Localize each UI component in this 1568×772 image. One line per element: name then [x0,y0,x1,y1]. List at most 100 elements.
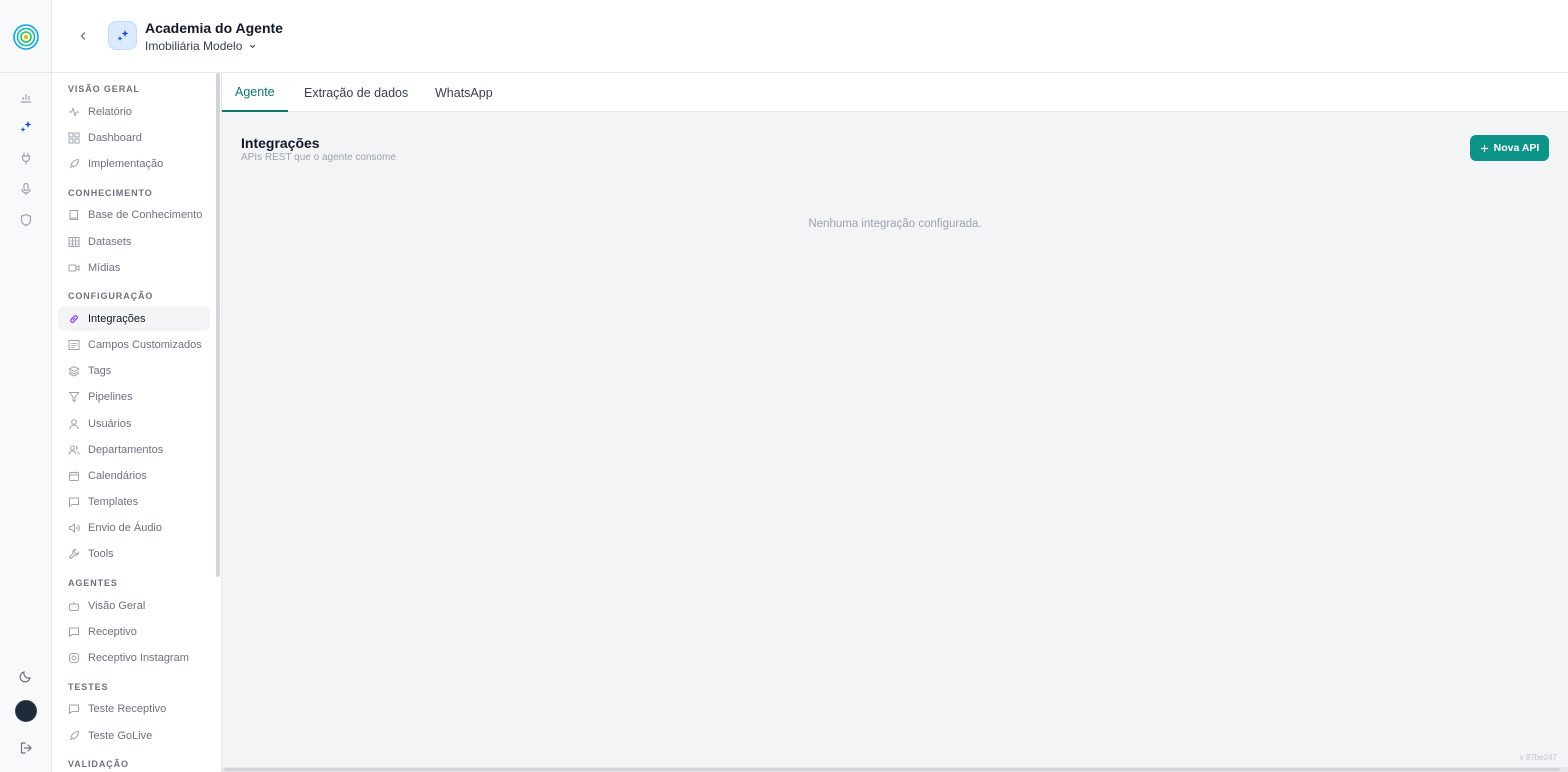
sidebar-item-label: Visão Geral [88,599,146,612]
sidebar: Visão Geral Relatório Dashboard Implemen… [52,73,222,772]
back-chevron-icon[interactable] [76,27,90,45]
sidebar-item-tools[interactable]: Tools [58,541,210,566]
sidebar-item-base-de-conhecimento[interactable]: Base de Conhecimento [58,202,210,227]
sidebar-item-label: Mídias [88,261,121,274]
main-content: Integrações APIs REST que o agente conso… [222,112,1568,772]
rail-divider [0,72,52,73]
message-square-icon [69,497,79,508]
page-title: Integrações [241,135,320,151]
sidebar-item-calendarios[interactable]: Calendários [58,463,210,488]
sidebar-item-teste-golive[interactable]: Teste GoLive [58,723,210,748]
sidebar-item-label: Receptivo [88,625,137,638]
sidebar-item-label: Usuários [88,417,132,430]
sidebar-item-label: Dashboard [88,131,142,144]
user-avatar[interactable] [15,700,37,722]
book-icon [69,209,78,220]
sidebar-item-usuarios[interactable]: Usuários [58,411,210,436]
sidebar-item-label: Teste Receptivo [88,702,167,715]
link-icon [70,314,78,323]
scrollbar-thumb[interactable] [224,768,1560,771]
horizontal-scrollbar[interactable] [222,767,1568,772]
sidebar-item-implementacao[interactable]: Implementação [58,151,210,176]
sidebar-item-label: Tools [88,547,114,560]
grid-icon [68,132,80,143]
microphone-icon[interactable] [16,179,36,199]
agent-name: Academia do Agente [145,20,283,36]
sidebar-item-teste-receptivo[interactable]: Teste Receptivo [58,696,210,721]
plus-icon [1480,144,1488,152]
app-logo-icon[interactable] [13,24,39,50]
section-configuracao: Configuração [68,291,154,301]
page-subtitle: APIs REST que o agente consome [241,152,396,163]
new-api-button[interactable]: Nova API [1470,135,1549,161]
section-visao-geral: Visão Geral [68,84,140,94]
sparkles-icon [117,29,128,41]
plug-icon[interactable] [16,148,36,168]
sidebar-item-dashboard[interactable]: Dashboard [58,125,210,150]
logout-icon[interactable] [16,738,36,758]
sidebar-item-campos-customizados[interactable]: Campos Customizados [58,332,210,357]
sidebar-item-envio-de-audio[interactable]: Envio de Áudio [58,515,210,540]
message-square-icon [69,704,79,715]
bot-icon [69,601,79,611]
sidebar-item-midias[interactable]: Mídias [58,255,210,280]
sidebar-item-label: Receptivo Instagram [88,651,189,664]
table-icon [68,236,80,247]
sidebar-item-templates[interactable]: Templates [58,489,210,514]
sidebar-item-label: Integrações [88,312,146,325]
sidebar-item-label: Datasets [88,235,132,248]
user-icon [69,418,79,429]
instagram-icon [69,652,79,663]
speaker-icon [69,522,80,533]
users-icon [68,445,80,455]
organization-name: Imobiliária Modelo [145,39,243,53]
app-rail [0,0,52,772]
sidebar-item-receptivo[interactable]: Receptivo [58,619,210,644]
sidebar-item-pipelines[interactable]: Pipelines [58,384,210,409]
sidebar-item-departamentos[interactable]: Departamentos [58,437,210,462]
calendar-icon [69,471,79,481]
wrench-icon [68,548,80,559]
video-icon [68,264,80,271]
new-api-label: Nova API [1493,142,1540,154]
sidebar-item-label: Implementação [88,157,164,170]
sidebar-item-label: Tags [88,364,112,377]
section-validacao: Validação [68,759,129,769]
layers-icon [68,365,80,377]
sidebar-item-tags[interactable]: Tags [58,358,210,383]
message-square-icon [69,627,79,638]
list-icon [68,339,80,350]
empty-state-message: Nenhuma integração configurada. [808,218,982,230]
tab-agente[interactable]: Agente [222,73,288,112]
shield-icon[interactable] [16,210,36,230]
sidebar-item-visao-geral[interactable]: Visão Geral [58,593,210,618]
tab-extracao-de-dados[interactable]: Extração de dados [291,73,421,112]
version-label: v 87be247 [1519,753,1557,762]
sidebar-item-integracoes[interactable]: Integrações [58,306,210,331]
section-conhecimento: Conhecimento [68,188,153,198]
top-header: Academia do Agente Imobiliária Modelo [52,0,1568,73]
rocket-icon [69,730,80,740]
sidebar-item-label: Campos Customizados [88,338,202,351]
filter-icon [68,391,80,402]
sidebar-item-datasets[interactable]: Datasets [58,229,210,254]
sidebar-item-label: Base de Conhecimento [88,208,203,221]
activity-icon [69,106,79,117]
section-testes: Testes [68,682,109,692]
rocket-icon [69,158,80,168]
sidebar-scrollbar[interactable] [216,73,220,577]
tab-whatsapp[interactable]: WhatsApp [422,73,506,112]
sidebar-item-label: Templates [88,495,139,508]
moon-icon[interactable] [16,666,36,686]
sidebar-item-receptivo-instagram[interactable]: Receptivo Instagram [58,645,210,670]
sparkles-icon[interactable] [16,117,36,137]
organization-selector[interactable]: Imobiliária Modelo [145,39,257,53]
bar-chart-icon[interactable] [16,87,36,107]
sidebar-item-relatorio[interactable]: Relatório [58,99,210,124]
tab-bar: Agente Extração de dados WhatsApp [222,73,1568,112]
sidebar-item-label: Envio de Áudio [88,521,162,534]
sidebar-item-label: Relatório [88,105,133,118]
agent-avatar [108,21,137,50]
chevron-down-icon [250,44,256,48]
sidebar-item-label: Pipelines [88,390,133,403]
